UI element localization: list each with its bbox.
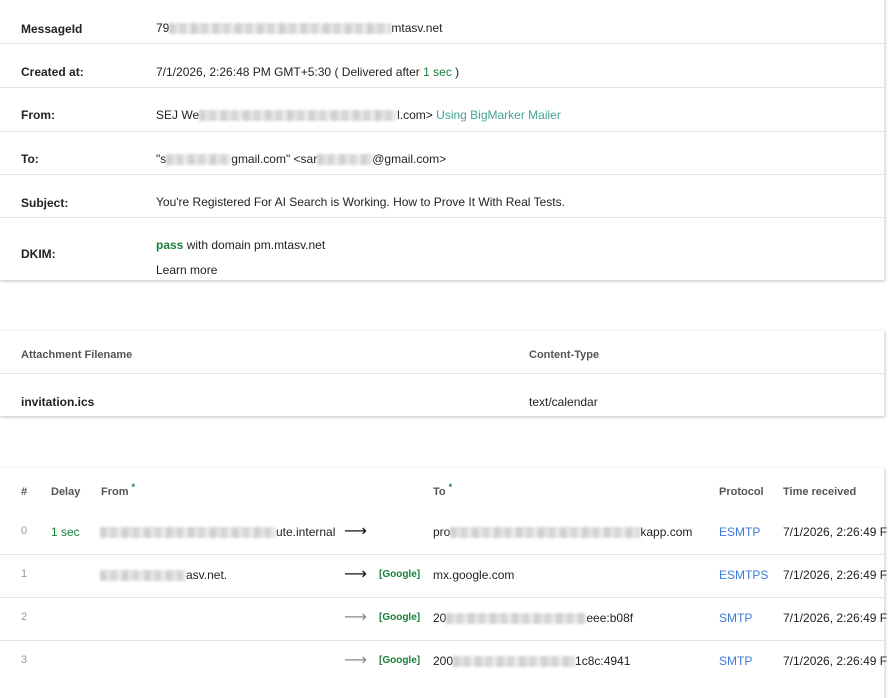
redacted-blur (166, 154, 232, 166)
hop-number: 0 (21, 525, 28, 537)
google-tag: [Google] (379, 612, 421, 623)
message-id-prefix: 79 (156, 21, 170, 35)
to-header-text: To (433, 486, 446, 498)
from-row: From: SEJ We l.com> Using BigMarker Maile… (0, 88, 884, 132)
redacted-blur (453, 656, 576, 668)
hop-to-suffix: 1c8c:4941 (575, 654, 631, 668)
attachment-filename[interactable]: invitation.ics (21, 395, 94, 409)
hop-time: 7/1/2026, 2:26:49 F (783, 568, 888, 582)
dkim-row: DKIM: pass with domain pm.mtasv.net Lear… (0, 218, 884, 280)
hop-time: 7/1/2026, 2:26:49 F (783, 654, 888, 668)
hop-number: 3 (21, 654, 28, 666)
hop-protocol[interactable]: ESMTP (719, 525, 760, 539)
redacted-blur (446, 613, 587, 625)
attachments-header-row: Attachment Filename Content-Type (0, 331, 884, 374)
redacted-blur (199, 110, 398, 122)
redacted-blur (100, 570, 186, 582)
attachments-card: Attachment Filename Content-Type invitat… (0, 331, 885, 416)
hop-from-suffix: ute.internal (276, 525, 336, 539)
hop-to-suffix: eee:b08f (586, 611, 634, 625)
time-received-header: Time received (783, 486, 857, 498)
hop-row[interactable]: 0 1 sec ute.internal ⟶ pro kapp.com ESMTP… (0, 511, 888, 555)
to-part1: "s (156, 152, 167, 166)
hop-time: 7/1/2026, 2:26:49 F (783, 525, 888, 539)
protocol-header: Protocol (719, 486, 764, 498)
hop-to: mx.google.com (433, 568, 515, 582)
message-id-value[interactable]: 79 mtasv.net (156, 21, 443, 35)
message-id-row: MessageId 79 mtasv.net (0, 0, 884, 44)
delivery-hops-card: # Delay From * To * Protocol Time received… (0, 468, 888, 698)
to-label: To: (21, 152, 39, 166)
created-at-value: 7/1/2026, 2:26:48 PM GMT+5:30 ( Delivere… (156, 65, 459, 79)
hop-to-prefix: 200 (433, 654, 454, 668)
hop-delay: 1 sec (51, 525, 80, 539)
google-tag: [Google] (379, 569, 421, 580)
hop-to-suffix: kapp.com (640, 525, 693, 539)
hop-protocol[interactable]: SMTP (719, 611, 752, 625)
hop-from: asv.net. (100, 568, 227, 582)
to-value[interactable]: "s gmail.com" <sar @gmail.com> (156, 152, 446, 166)
hop-to-prefix: pro (433, 525, 451, 539)
hop-to: 200 1c8c:4941 (433, 654, 630, 668)
from-header-asterisk: * (131, 482, 136, 492)
hop-from-suffix: asv.net. (186, 568, 228, 582)
redacted-blur (100, 527, 276, 539)
hop-to: pro kapp.com (433, 525, 692, 539)
created-at-row: Created at: 7/1/2026, 2:26:48 PM GMT+5:3… (0, 44, 884, 88)
redacted-blur (317, 154, 373, 166)
arrow-right-icon: ⟶ (344, 609, 367, 626)
subject-label: Subject: (21, 196, 69, 210)
hop-protocol[interactable]: SMTP (719, 654, 752, 668)
to-header: To * (433, 482, 452, 498)
created-at-text: 7/1/2026, 2:26:48 PM GMT+5:30 ( Delivere… (156, 65, 424, 79)
arrow-right-icon: ⟶ (344, 523, 367, 540)
subject-value[interactable]: You're Registered For AI Search is Worki… (156, 195, 565, 209)
message-id-label: MessageId (21, 22, 83, 36)
hop-row[interactable]: 1 asv.net. ⟶ [Google] mx.google.com ESMT… (0, 554, 888, 598)
message-id-suffix: mtasv.net (391, 21, 443, 35)
hop-number-header: # (21, 486, 28, 498)
to-part2: gmail.com" <sar (231, 152, 318, 166)
dkim-status: pass (156, 238, 184, 252)
google-tag: [Google] (379, 655, 421, 666)
attachment-content-type: text/calendar (529, 395, 598, 409)
hop-number: 2 (21, 611, 28, 623)
from-prefix: SEJ We (156, 108, 200, 122)
from-label: From: (21, 108, 55, 122)
redacted-blur (450, 527, 641, 539)
delay-header: Delay (51, 486, 81, 498)
subject-row: Subject: You're Registered For AI Search… (0, 175, 884, 218)
hop-from: ute.internal (100, 525, 335, 539)
arrow-right-icon: ⟶ (344, 652, 367, 669)
mailer-link[interactable]: Using BigMarker Mailer (436, 108, 561, 122)
to-row: To: "s gmail.com" <sar @gmail.com> (0, 132, 884, 175)
hop-to: 20 eee:b08f (433, 611, 633, 625)
from-value[interactable]: SEJ We l.com> Using BigMarker Mailer (156, 108, 561, 122)
to-part3: @gmail.com> (372, 152, 447, 166)
redacted-blur (169, 23, 392, 35)
hops-header-row: # Delay From * To * Protocol Time received (0, 468, 884, 510)
delivery-delay: 1 sec (423, 65, 452, 79)
hop-to-prefix: 20 (433, 611, 447, 625)
to-header-asterisk: * (448, 482, 453, 492)
dkim-domain-text: with domain pm.mtasv.net (183, 238, 326, 252)
content-type-header: Content-Type (529, 349, 600, 361)
hop-row[interactable]: 3 ⟶ [Google] 200 1c8c:4941 SMTP 7/1/2026,… (0, 640, 888, 683)
from-suffix: l.com> (397, 108, 433, 122)
hop-number: 1 (21, 568, 28, 580)
attachment-filename-header: Attachment Filename (21, 349, 133, 361)
attachment-row[interactable]: invitation.ics text/calendar (0, 374, 884, 416)
hop-time: 7/1/2026, 2:26:49 F (783, 611, 888, 625)
from-header-text: From (101, 486, 129, 498)
arrow-right-icon: ⟶ (344, 566, 367, 583)
hop-protocol[interactable]: ESMTPS (719, 568, 768, 582)
created-at-close: ) (451, 65, 460, 79)
learn-more-link[interactable]: Learn more (156, 263, 217, 277)
hop-row[interactable]: 2 ⟶ [Google] 20 eee:b08f SMTP 7/1/2026, 2… (0, 597, 888, 641)
dkim-label: DKIM: (21, 247, 56, 261)
created-at-label: Created at: (21, 65, 84, 79)
message-headers-card: MessageId 79 mtasv.net Created at: 7/1/20… (0, 0, 885, 280)
dkim-value: pass with domain pm.mtasv.net (156, 238, 325, 252)
from-header: From * (101, 482, 135, 498)
